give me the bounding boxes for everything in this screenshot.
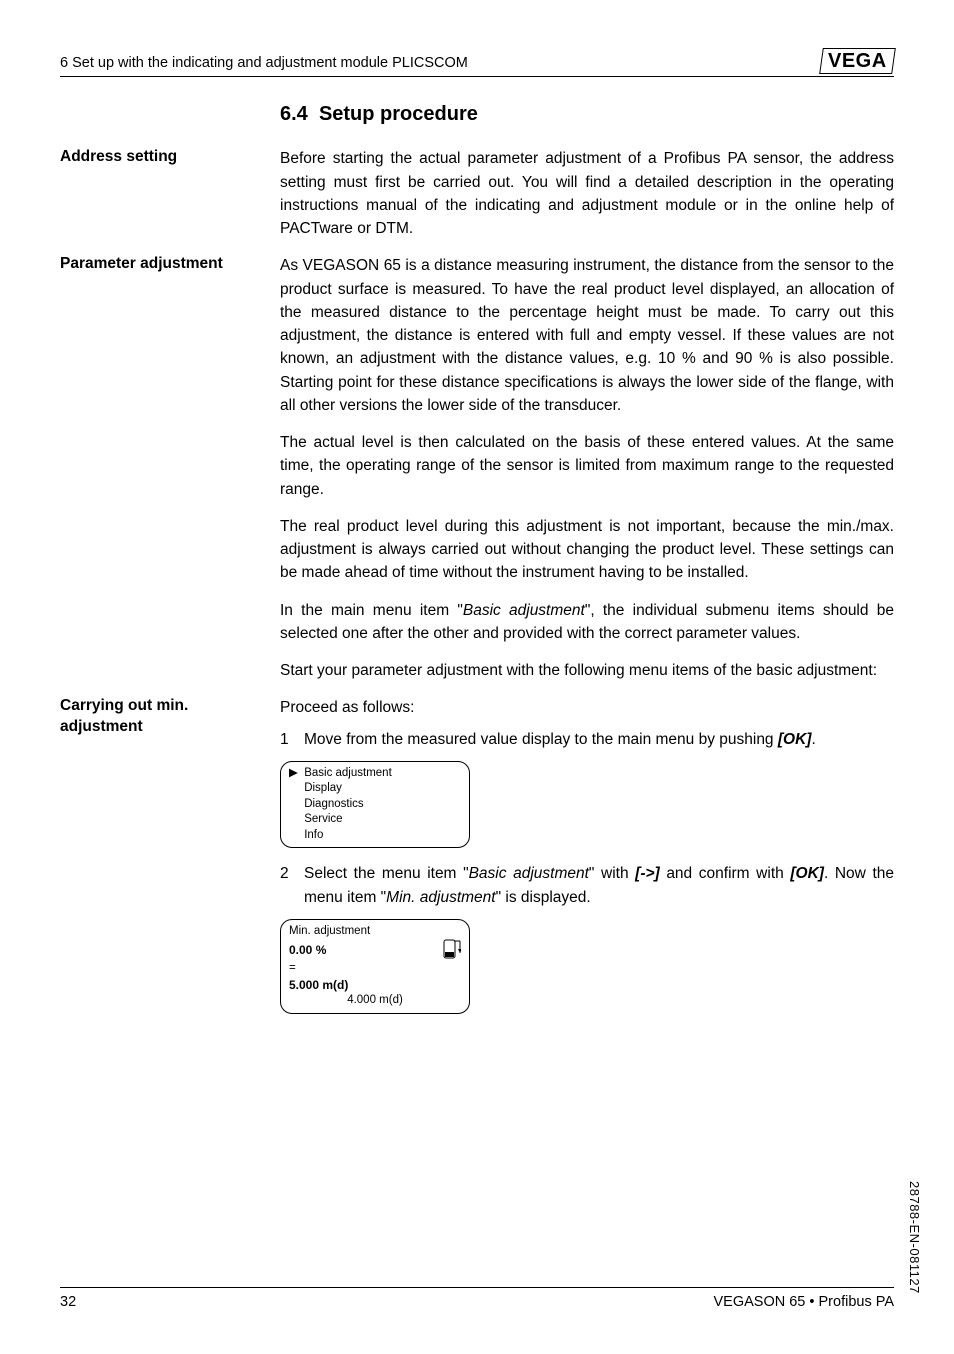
- lcd-footer: 4.000 m(d): [289, 993, 461, 1009]
- margin-label-address-setting: Address setting: [60, 147, 260, 254]
- footer-product: VEGASON 65 • Profibus PA: [714, 1292, 895, 1314]
- menu-pointer-icon: ▶: [289, 766, 301, 782]
- body-para: The real product level during this adjus…: [280, 515, 894, 585]
- page-header: 6 Set up with the indicating and adjustm…: [60, 48, 894, 77]
- numbered-step: 2 Select the menu item "Basic adjustment…: [280, 862, 894, 909]
- margin-label-min-adjustment: Carrying out min. adjustment: [60, 696, 260, 1027]
- menu-item: ▶ Basic adjustment: [289, 766, 461, 782]
- lcd-eq: =: [289, 961, 461, 977]
- body-para: The actual level is then calculated on t…: [280, 431, 894, 501]
- lcd-title: Min. adjustment: [289, 924, 461, 940]
- lcd-value: 5.000 m(d): [289, 977, 461, 993]
- body-para: Before starting the actual parameter adj…: [280, 147, 894, 240]
- page-footer: 32 VEGASON 65 • Profibus PA: [60, 1287, 894, 1314]
- body-para: Proceed as follows:: [280, 696, 894, 719]
- body-para: As VEGASON 65 is a distance measuring in…: [280, 254, 894, 417]
- step-number: 1: [280, 728, 304, 751]
- step-body: Move from the measured value display to …: [304, 728, 894, 751]
- menu-item: Info: [289, 828, 461, 844]
- tank-icon: [441, 939, 461, 961]
- lcd-percent: 0.00 %: [289, 942, 326, 958]
- brand-logo: VEGA: [821, 48, 894, 74]
- section-heading: 6.4 Setup procedure: [280, 99, 894, 129]
- step-number: 2: [280, 862, 304, 909]
- margin-label-parameter-adjustment: Parameter adjustment: [60, 254, 260, 696]
- document-code: 28788-EN-081127: [905, 1181, 925, 1294]
- menu-item: Display: [289, 781, 461, 797]
- body-para: Start your parameter adjustment with the…: [280, 659, 894, 682]
- menu-item: Service: [289, 812, 461, 828]
- step-body: Select the menu item "Basic adjustment" …: [304, 862, 894, 909]
- body-para: In the main menu item "Basic adjustment"…: [280, 599, 894, 646]
- numbered-step: 1 Move from the measured value display t…: [280, 728, 894, 751]
- lcd-value-illustration: Min. adjustment 0.00 % = 5.000 m(: [280, 919, 470, 1014]
- lcd-menu-illustration: ▶ Basic adjustment Display Diagnostics S…: [280, 761, 470, 849]
- page-number: 32: [60, 1292, 76, 1314]
- menu-item: Diagnostics: [289, 797, 461, 813]
- header-section-path: 6 Set up with the indicating and adjustm…: [60, 53, 468, 75]
